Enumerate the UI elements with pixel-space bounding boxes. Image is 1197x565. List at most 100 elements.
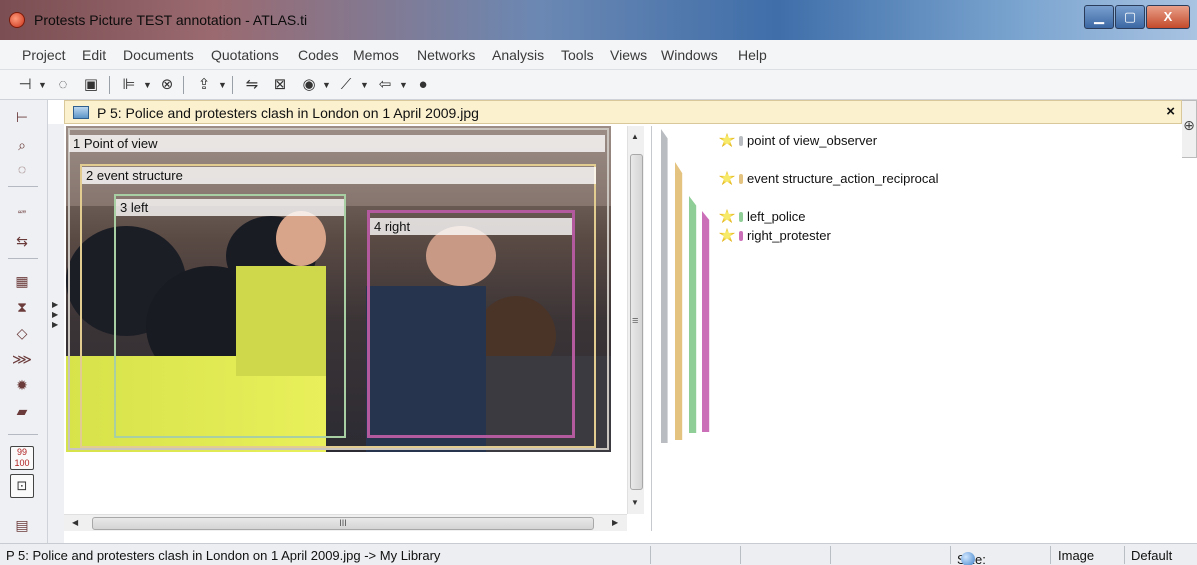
menu-tools[interactable]: Tools: [561, 47, 594, 63]
back-arrow-icon[interactable]: ⇦: [374, 75, 396, 95]
menu-views[interactable]: Views: [610, 47, 647, 63]
status-separator: [740, 546, 741, 564]
toolbar-separator: [8, 258, 38, 259]
code-list-icon[interactable]: ◇: [10, 322, 34, 344]
output-icon[interactable]: ⇪: [193, 75, 215, 95]
menu-bar: Project Edit Documents Quotations Codes …: [0, 40, 1197, 70]
code-color-dot: [739, 231, 743, 241]
region-left[interactable]: [114, 194, 346, 438]
code-item[interactable]: left_police: [719, 209, 806, 225]
close-button[interactable]: X: [1146, 5, 1190, 29]
splitter-arrow-icon: ▶: [52, 300, 59, 309]
assign-documents-icon[interactable]: ⊫: [118, 75, 140, 95]
vertical-toolbar: ⊢ ⌕ ◌ “” ⇆ ▦ ⧗ ◇ ⋙ ✹ ▰ 99 100 ⊡ ▤: [0, 100, 48, 543]
save-icon[interactable]: ▣: [80, 75, 102, 95]
code-item[interactable]: right_protester: [719, 228, 831, 244]
image-document-icon: [73, 106, 89, 119]
document-image[interactable]: 1 Point of view 2 event structure 3 left…: [66, 126, 611, 452]
horizontal-scrollbar[interactable]: ◀ III ▶: [64, 514, 627, 531]
region-label-right: 4 right: [370, 218, 572, 235]
counter-top: 99: [16, 447, 27, 457]
dropdown-arrow-icon[interactable]: ▼: [143, 76, 152, 94]
horizontal-scroll-thumb[interactable]: III: [92, 517, 594, 530]
region-right[interactable]: [367, 210, 575, 438]
cooccurrence-icon[interactable]: ⊠: [269, 75, 291, 95]
maximize-button[interactable]: ▢: [1115, 5, 1145, 29]
scroll-right-icon[interactable]: ▶: [612, 518, 618, 527]
window-title: Protests Picture TEST annotation - ATLAS…: [34, 12, 308, 28]
scroll-up-icon[interactable]: ▲: [631, 132, 639, 141]
menu-memos[interactable]: Memos: [353, 47, 399, 63]
document-header: P 5: Police and protesters clash in Lond…: [64, 100, 1182, 124]
menu-windows[interactable]: Windows: [661, 47, 718, 63]
code-item[interactable]: event structure_action_reciprocal: [719, 171, 939, 187]
bomb-icon[interactable]: ●: [412, 75, 434, 95]
code-color-dot: [739, 136, 743, 146]
menu-documents[interactable]: Documents: [123, 47, 194, 63]
toolbar-separator: [8, 434, 38, 435]
code-star-icon: [719, 133, 735, 147]
scroll-left-icon[interactable]: ◀: [72, 518, 78, 527]
wrench-icon[interactable]: ⟋: [335, 75, 357, 95]
maximize-icon: ▢: [1123, 9, 1137, 24]
query-tool-icon[interactable]: ⇋: [241, 75, 263, 95]
menu-help[interactable]: Help: [738, 47, 767, 63]
dropdown-arrow-icon[interactable]: ▼: [38, 76, 47, 94]
code-star-icon: [719, 171, 735, 185]
menu-networks[interactable]: Networks: [417, 47, 475, 63]
menu-codes[interactable]: Codes: [298, 47, 338, 63]
expand-icon: ⊕: [1183, 117, 1195, 133]
counter-bottom: 100: [14, 458, 30, 468]
code-item[interactable]: point of view_observer: [719, 133, 877, 149]
dropdown-arrow-icon[interactable]: ▼: [218, 76, 227, 94]
status-separator: [1050, 546, 1051, 564]
vertical-scrollbar[interactable]: ▲ ≡ ▼: [627, 126, 644, 514]
document-close-button[interactable]: ×: [1166, 103, 1175, 120]
quote-icon[interactable]: “”: [10, 204, 34, 226]
bottom-tool-icon[interactable]: ▤: [10, 514, 34, 536]
memo-icon[interactable]: ▰: [10, 400, 34, 422]
dropdown-arrow-icon[interactable]: ▼: [399, 76, 408, 94]
menu-edit[interactable]: Edit: [82, 47, 106, 63]
code-label: point of view_observer: [747, 133, 878, 148]
counter-icon[interactable]: 99 100: [10, 446, 34, 470]
code-in-vivo-icon[interactable]: ⧗: [10, 296, 34, 318]
side-panel-toggle[interactable]: ⊕: [1182, 100, 1197, 158]
search-icon[interactable]: ⌕: [10, 134, 34, 156]
scroll-down-icon[interactable]: ▼: [631, 498, 639, 507]
vertical-scroll-thumb[interactable]: ≡: [630, 154, 643, 490]
comment-icon[interactable]: ◌: [10, 158, 34, 180]
binoculars-icon[interactable]: ⊗: [156, 75, 178, 95]
code-star-icon: [719, 228, 735, 242]
menu-quotations[interactable]: Quotations: [211, 47, 279, 63]
link-quotation-icon[interactable]: ⇆: [10, 230, 34, 252]
region-label-left: 3 left: [116, 199, 344, 216]
region-icon[interactable]: ⊡: [10, 474, 34, 498]
dropdown-arrow-icon[interactable]: ▼: [322, 76, 331, 94]
region-label-event-structure: 2 event structure: [82, 167, 596, 184]
menu-project[interactable]: Project: [22, 47, 66, 63]
code-pattern-icon[interactable]: ▦: [10, 270, 34, 292]
tree-icon[interactable]: ⊢: [10, 106, 34, 128]
menu-analysis[interactable]: Analysis: [492, 47, 544, 63]
speech-bubble-icon[interactable]: ◌: [52, 75, 74, 95]
code-star-icon: [719, 209, 735, 223]
title-bar: Protests Picture TEST annotation - ATLAS…: [0, 0, 1197, 40]
project-tree-icon[interactable]: ⊣: [14, 75, 36, 95]
code-star-icon[interactable]: ✹: [10, 374, 34, 396]
status-separator: [950, 546, 951, 564]
status-mode: Default: [1131, 548, 1173, 563]
code-by-list-icon[interactable]: ⋙: [10, 348, 34, 370]
status-type: Image: [1058, 548, 1095, 563]
pane-splitter[interactable]: ▶ ▶ ▶: [48, 124, 64, 543]
atlas-app-icon: [9, 12, 25, 28]
code-color-dot: [739, 212, 743, 222]
toolbar-separator: [183, 76, 184, 94]
status-separator: [1124, 546, 1125, 564]
splitter-arrow-icon: ▶: [52, 320, 59, 329]
xml-icon[interactable]: ◉: [298, 75, 320, 95]
status-separator: [830, 546, 831, 564]
dropdown-arrow-icon[interactable]: ▼: [360, 76, 369, 94]
minimize-button[interactable]: ▁: [1084, 5, 1114, 29]
zoom-globe-icon[interactable]: [961, 552, 975, 565]
